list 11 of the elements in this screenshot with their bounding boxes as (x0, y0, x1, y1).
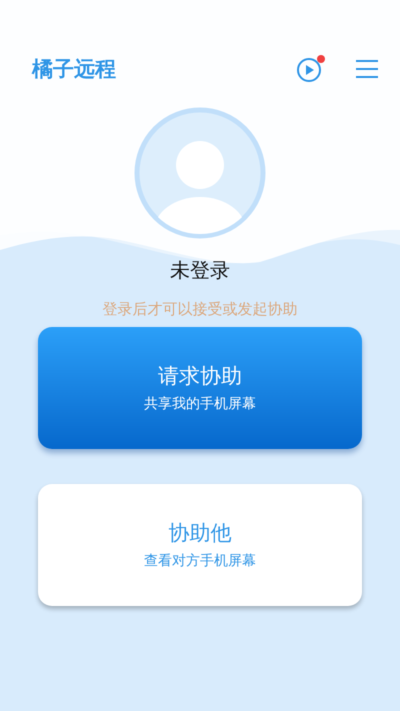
play-icon[interactable] (296, 54, 326, 84)
app-title: 橘子远程 (32, 58, 116, 80)
action-card[interactable]: 协助他 查看对方手机屏幕 (38, 484, 362, 606)
card-title: 协助他 (168, 522, 232, 544)
card-title: 请求协助 (158, 366, 242, 386)
action-card[interactable]: 请求协助 共享我的手机屏幕 (38, 327, 362, 449)
card-subtitle: 共享我的手机屏幕 (144, 396, 256, 410)
menu-icon[interactable] (356, 59, 378, 79)
login-status: 未登录 (170, 260, 230, 280)
login-hint: 登录后才可以接受或发起协助 (102, 302, 298, 317)
card-subtitle: 查看对方手机屏幕 (144, 554, 256, 568)
